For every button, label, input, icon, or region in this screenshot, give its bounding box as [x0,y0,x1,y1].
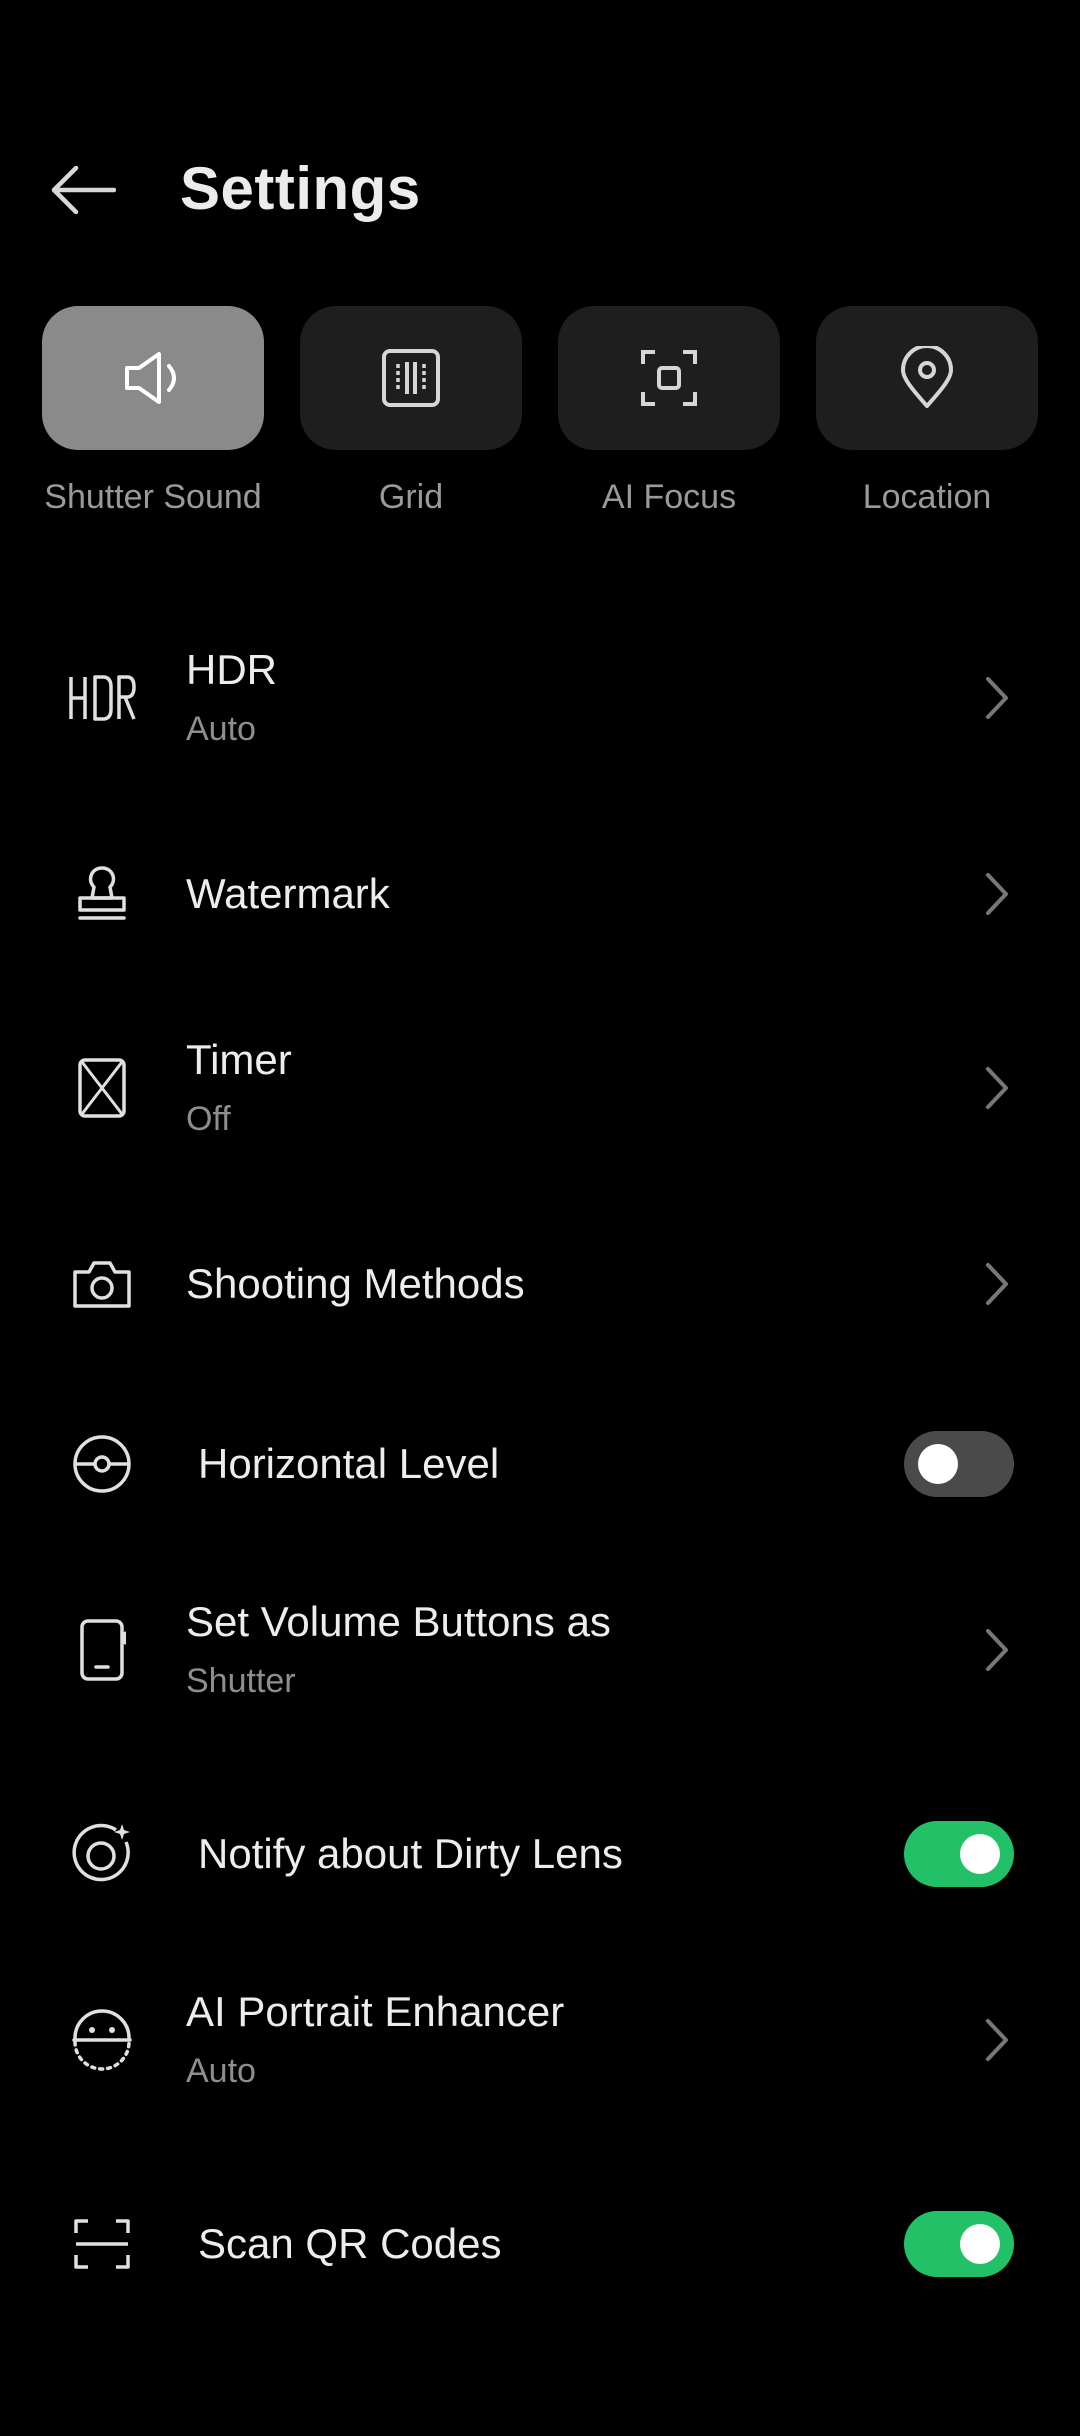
page-title: Settings [180,155,421,222]
face-icon [60,1998,144,2082]
arrow-left-icon [50,166,116,214]
setting-row-scan-qr: Scan QR Codes [0,2154,1080,2334]
phone-icon [60,1608,144,1692]
chevron-right-icon [986,2019,1008,2061]
toggle-knob [960,1834,1000,1874]
setting-text: AI Portrait Enhancer Auto [186,1986,564,2094]
setting-row-ai-portrait[interactable]: AI Portrait Enhancer Auto [0,1950,1080,2130]
quick-settings-row: Shutter Sound Grid AI Focus Location [0,306,1080,536]
level-icon [60,1422,144,1506]
setting-text: Notify about Dirty Lens [198,1828,623,1880]
chevron-right-icon [986,677,1008,719]
setting-text: HDR Auto [186,644,277,752]
scan-frame-icon [60,2202,144,2286]
horizontal-level-toggle[interactable] [904,1431,1014,1497]
setting-row-hdr[interactable]: HDR Auto [0,608,1080,788]
scan-qr-toggle[interactable] [904,2211,1014,2277]
ai-focus-label: AI Focus [601,478,737,516]
ai-focus-tile[interactable] [558,306,780,450]
chevron-right-icon [986,1263,1008,1305]
setting-title: Scan QR Codes [198,2220,502,2267]
header: Settings [0,140,1080,240]
setting-row-dirty-lens: Notify about Dirty Lens [0,1764,1080,1944]
stamp-icon [60,852,144,936]
back-button[interactable] [40,150,126,230]
setting-text: Horizontal Level [198,1438,499,1490]
setting-text: Timer Off [186,1034,292,1142]
toggle-knob [960,2224,1000,2264]
setting-title: HDR [186,646,277,693]
setting-row-shooting-methods[interactable]: Shooting Methods [0,1194,1080,1374]
setting-title: Horizontal Level [198,1440,500,1487]
location-pin-icon [899,346,955,410]
setting-title: Shooting Methods [186,1260,525,1307]
camera-icon [60,1242,144,1326]
setting-row-timer[interactable]: Timer Off [0,998,1080,1178]
hdr-icon [60,656,144,740]
camera-settings-screen: Settings Shutter Sound Grid AI Focus Loc… [0,0,1080,2436]
setting-row-horizontal-level: Horizontal Level [0,1374,1080,1554]
location-label: Location [862,478,992,516]
grid-label: Grid [378,478,444,516]
speaker-icon [121,346,185,410]
setting-value: Auto [186,710,256,748]
setting-title: Timer [186,1036,292,1083]
dirty-lens-toggle[interactable] [904,1821,1014,1887]
setting-row-volume-buttons[interactable]: Set Volume Buttons as Shutter [0,1560,1080,1740]
setting-title: Notify about Dirty Lens [198,1830,623,1877]
setting-title: AI Portrait Enhancer [186,1988,565,2035]
chevron-right-icon [986,1067,1008,1109]
setting-value: Auto [186,2052,256,2090]
setting-text: Shooting Methods [186,1258,525,1310]
toggle-knob [918,1444,958,1484]
focus-frame-icon [639,348,699,408]
shutter-sound-tile[interactable] [42,306,264,450]
grid-tile[interactable] [300,306,522,450]
location-tile[interactable] [816,306,1038,450]
lens-sparkle-icon [60,1812,144,1896]
setting-text: Set Volume Buttons as Shutter [186,1596,611,1704]
grid-icon [381,348,441,408]
setting-text: Scan QR Codes [198,2218,501,2270]
hourglass-icon [60,1046,144,1130]
setting-row-watermark[interactable]: Watermark [0,804,1080,984]
setting-value: Shutter [186,1662,296,1700]
chevron-right-icon [986,873,1008,915]
shutter-sound-label: Shutter Sound [44,478,262,516]
setting-title: Watermark [186,870,390,917]
setting-title: Set Volume Buttons as [186,1598,611,1645]
setting-text: Watermark [186,868,390,920]
chevron-right-icon [986,1629,1008,1671]
setting-value: Off [186,1100,231,1138]
